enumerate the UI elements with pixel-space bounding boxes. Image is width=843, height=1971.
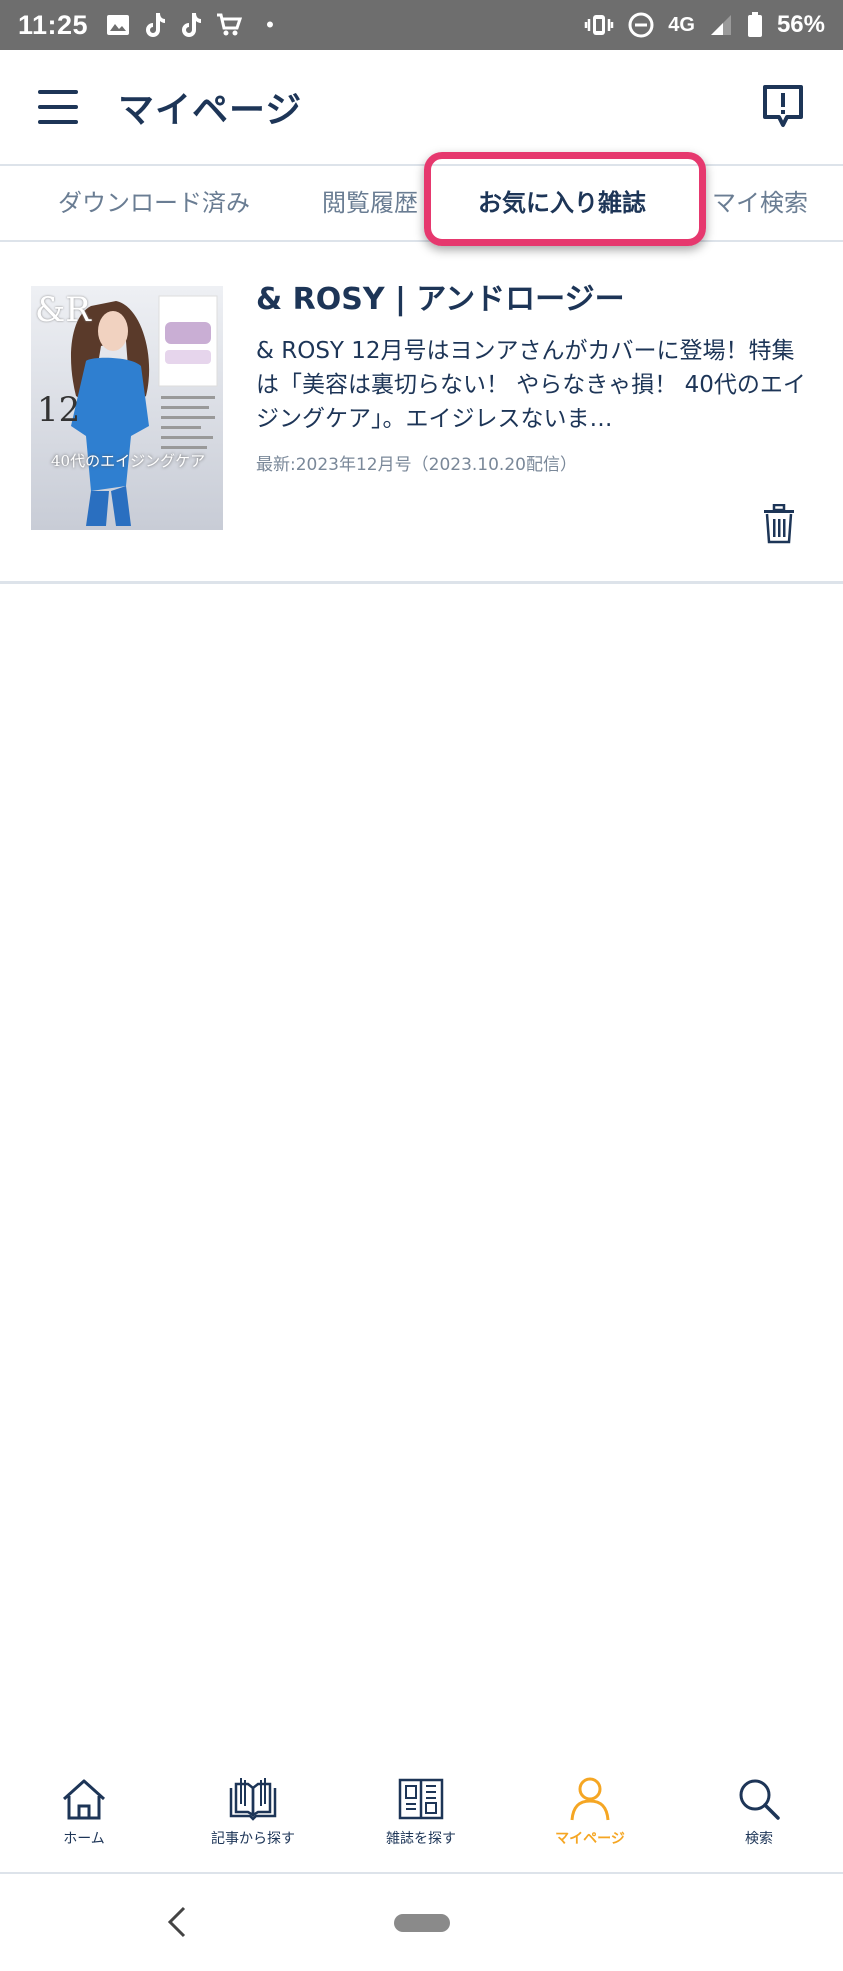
person-icon — [570, 1777, 610, 1821]
app-header: マイページ — [0, 50, 843, 164]
trash-icon[interactable] — [762, 504, 796, 544]
cart-icon — [217, 13, 243, 36]
feedback-icon[interactable] — [761, 83, 805, 131]
nav-mypage[interactable]: マイページ — [515, 1774, 665, 1864]
battery-icon — [747, 12, 762, 37]
nav-search-label: 検索 — [745, 1831, 773, 1847]
open-book-icon — [229, 1778, 277, 1821]
system-icons: 4G 56% — [584, 11, 825, 39]
tab-my-search[interactable]: マイ検索 — [712, 166, 808, 240]
nav-find-magazines-label: 雑誌を探す — [386, 1831, 456, 1847]
favorite-magazine-item[interactable]: &R 12 40代のエイジングケア & ROSY | アンドロージー & ROS… — [0, 244, 843, 584]
tab-downloaded[interactable]: ダウンロード済み — [58, 166, 250, 240]
nav-search[interactable]: 検索 — [684, 1774, 834, 1864]
page-title: マイページ — [118, 90, 303, 131]
nav-find-articles-label: 記事から探す — [211, 1831, 295, 1847]
vibrate-icon — [585, 15, 614, 35]
magazine-icon — [398, 1778, 444, 1820]
image-icon — [107, 15, 130, 35]
magazine-description: & ROSY 12月号はヨンアさんがカバーに登場！特集は「美容は裏切らない！ や… — [256, 338, 806, 432]
notification-dot: • — [266, 12, 274, 37]
cover-headline: 40代のエイジングケア — [51, 452, 206, 470]
battery-percentage: 56% — [776, 11, 825, 38]
nav-home-label: ホーム — [63, 1831, 105, 1847]
nav-mypage-label: マイページ — [555, 1831, 625, 1847]
tiktok-icon — [182, 13, 202, 37]
back-icon[interactable] — [162, 1902, 192, 1942]
menu-icon[interactable] — [38, 90, 78, 124]
magazine-title[interactable]: & ROSY | アンドロージー — [256, 274, 625, 318]
nav-home[interactable]: ホーム — [9, 1774, 159, 1864]
signal-icon — [710, 15, 731, 35]
status-time: 11:25 — [18, 9, 89, 40]
cover-logo: &R — [35, 290, 91, 330]
tab-history[interactable]: 閲覧履歴 — [322, 166, 418, 240]
latest-issue-info: 最新:2023年12月号（2023.10.20配信） — [256, 455, 577, 475]
home-icon — [62, 1779, 106, 1820]
system-navigation-bar — [0, 1876, 843, 1971]
nav-find-magazines[interactable]: 雑誌を探す — [346, 1774, 496, 1864]
cover-issue: 12 — [37, 390, 81, 430]
notification-icons: • — [106, 12, 274, 38]
bottom-navigation: ホーム 記事から探す 雑誌を探す マイページ 検索 — [0, 1760, 843, 1874]
home-pill-button[interactable] — [394, 1914, 450, 1932]
tab-favorite-magazines[interactable]: お気に入り雑誌 — [478, 166, 646, 240]
status-bar: 11:25 • 4G 56% — [0, 0, 843, 50]
nav-find-articles[interactable]: 記事から探す — [178, 1774, 328, 1864]
tab-bar: ダウンロード済み 閲覧履歴 お気に入り雑誌 マイ検索 — [0, 164, 843, 242]
do-not-disturb-icon — [628, 12, 654, 38]
magazine-cover-image[interactable]: &R 12 40代のエイジングケア — [31, 286, 223, 530]
tiktok-icon — [146, 13, 166, 37]
network-type: 4G — [668, 13, 695, 36]
search-icon — [739, 1779, 780, 1820]
